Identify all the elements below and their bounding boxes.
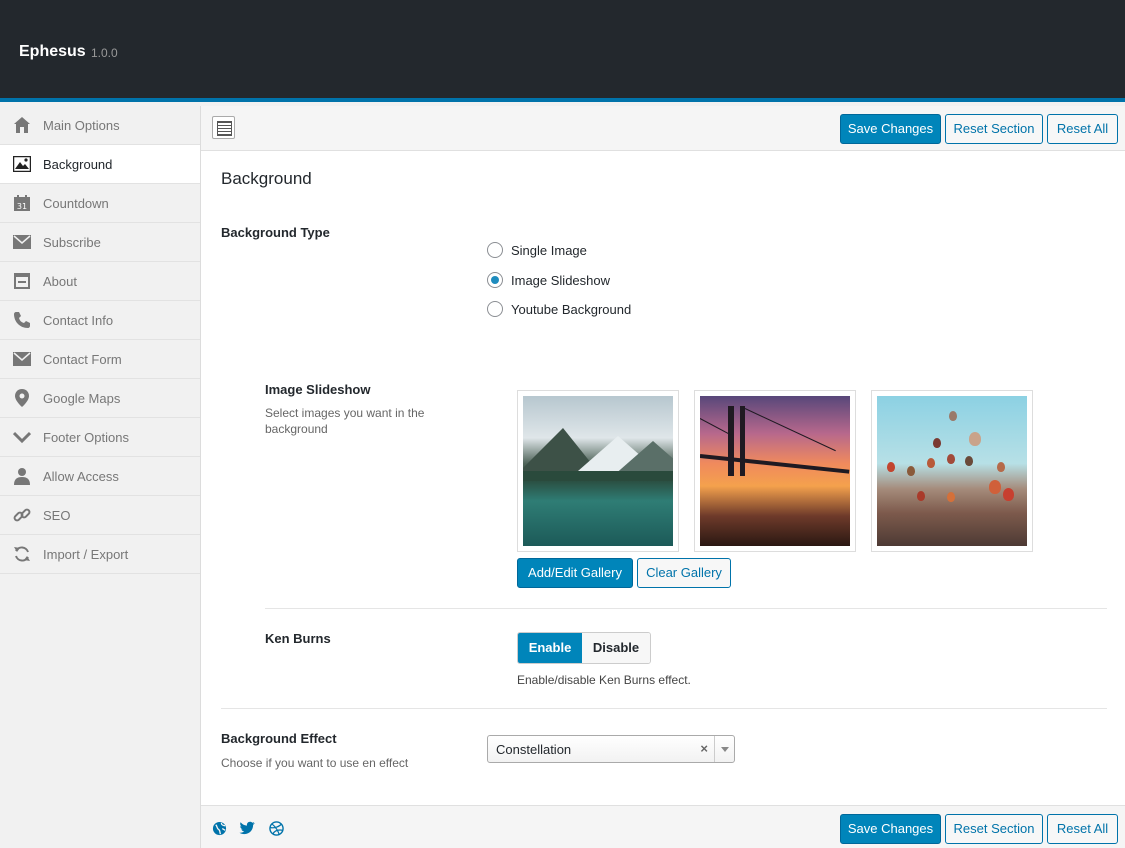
window-icon (13, 272, 31, 290)
sidebar-item-label: Contact Info (43, 313, 114, 328)
radio-button[interactable] (487, 301, 503, 317)
envelope-icon (13, 350, 31, 368)
clear-gallery-button[interactable]: Clear Gallery (637, 558, 731, 588)
ken-burns-toggle: Enable Disable (517, 632, 651, 664)
sidebar-item-about[interactable]: About (0, 262, 200, 301)
ken-burns-description: Enable/disable Ken Burns effect. (517, 673, 691, 687)
refresh-icon (13, 545, 31, 563)
radio-label: Single Image (511, 242, 587, 258)
sidebar-item-google-maps[interactable]: Google Maps (0, 379, 200, 418)
gallery-thumbnail[interactable] (517, 390, 679, 552)
options-panel: Save Changes Reset Section Reset All Bac… (201, 106, 1125, 848)
sidebar-item-label: About (43, 274, 77, 289)
radio-button[interactable] (487, 272, 503, 288)
user-icon (13, 467, 31, 485)
add-edit-gallery-button[interactable]: Add/Edit Gallery (517, 558, 633, 588)
home-icon (13, 116, 31, 134)
sidebar-item-label: Footer Options (43, 430, 129, 445)
sidebar-item-label: Countdown (43, 196, 109, 211)
sidebar-item-import-export[interactable]: Import / Export (0, 535, 200, 574)
sidebar-item-main-options[interactable]: Main Options (0, 106, 200, 145)
reset-section-button[interactable]: Reset Section (945, 814, 1043, 844)
sidebar-item-seo[interactable]: SEO (0, 496, 200, 535)
sidebar-item-label: Allow Access (43, 469, 119, 484)
app-version: 1.0.0 (91, 46, 118, 60)
divider (221, 708, 1107, 709)
select-value: Constellation (496, 742, 572, 757)
background-effect-label: Background Effect (221, 731, 337, 746)
expand-options-button[interactable] (212, 116, 235, 139)
svg-text:31: 31 (17, 202, 27, 211)
sidebar-item-label: Import / Export (43, 547, 129, 562)
top-toolbar: Save Changes Reset Section Reset All (201, 106, 1125, 151)
radio-single-image[interactable]: Single Image (487, 242, 587, 258)
sidebar-item-label: Background (43, 157, 113, 172)
background-effect-description: Choose if you want to use en effect (221, 756, 409, 770)
bottom-toolbar: Save Changes Reset Section Reset All (201, 805, 1125, 848)
mountain-lake-image (523, 396, 673, 546)
sidebar-item-background[interactable]: Background (0, 145, 200, 184)
radio-label: Image Slideshow (511, 272, 610, 288)
dribbble-icon[interactable] (268, 820, 284, 836)
reset-all-button[interactable]: Reset All (1047, 114, 1118, 144)
sidebar-item-contact-info[interactable]: Contact Info (0, 301, 200, 340)
sidebar-item-footer-options[interactable]: Footer Options (0, 418, 200, 457)
radio-youtube-background[interactable]: Youtube Background (487, 301, 631, 317)
background-effect-select[interactable]: Constellation × (487, 735, 735, 763)
gallery-thumbnail[interactable] (871, 390, 1033, 552)
phone-icon (13, 311, 31, 329)
image-icon (13, 155, 31, 173)
ken-burns-disable-button[interactable]: Disable (582, 633, 650, 663)
image-slideshow-description: Select images you want in the background (265, 406, 425, 436)
divider (265, 608, 1107, 609)
image-slideshow-label: Image Slideshow (265, 382, 371, 397)
sidebar-item-label: Subscribe (43, 235, 101, 250)
link-icon (13, 506, 31, 524)
chevron-down-icon[interactable] (714, 736, 734, 762)
ken-burns-label: Ken Burns (265, 631, 331, 646)
sidebar-item-label: SEO (43, 508, 71, 523)
app-title: Ephesus (19, 43, 86, 60)
sidebar-item-countdown[interactable]: 31 Countdown (0, 184, 200, 223)
gallery-thumbnail[interactable] (694, 390, 856, 552)
radio-image-slideshow[interactable]: Image Slideshow (487, 272, 610, 288)
sidebar-item-subscribe[interactable]: Subscribe (0, 223, 200, 262)
section-title: Background (221, 169, 312, 188)
chevron-down-icon (13, 428, 31, 446)
sidebar-item-allow-access[interactable]: Allow Access (0, 457, 200, 496)
radio-label: Youtube Background (511, 301, 632, 317)
envelope-icon (13, 233, 31, 251)
twitter-icon[interactable] (239, 820, 255, 836)
sidebar-item-label: Main Options (43, 118, 120, 133)
clear-selection-icon[interactable]: × (700, 741, 708, 756)
ken-burns-enable-button[interactable]: Enable (518, 633, 582, 663)
calendar-icon: 31 (13, 194, 31, 212)
reset-all-button[interactable]: Reset All (1047, 814, 1118, 844)
sidebar: Main Options Background 31 Countdown Sub… (0, 106, 201, 848)
save-changes-button[interactable]: Save Changes (840, 114, 941, 144)
hot-air-balloons-image (877, 396, 1027, 546)
background-type-label: Background Type (221, 225, 330, 240)
sidebar-item-contact-form[interactable]: Contact Form (0, 340, 200, 379)
reset-section-button[interactable]: Reset Section (945, 114, 1043, 144)
save-changes-button[interactable]: Save Changes (840, 814, 941, 844)
globe-icon[interactable] (211, 820, 227, 836)
admin-header: Ephesus 1.0.0 (0, 0, 1125, 102)
sidebar-item-label: Contact Form (43, 352, 122, 367)
sidebar-item-label: Google Maps (43, 391, 121, 406)
bridge-sunset-image (700, 396, 850, 546)
radio-button[interactable] (487, 242, 503, 258)
map-marker-icon (13, 389, 31, 407)
